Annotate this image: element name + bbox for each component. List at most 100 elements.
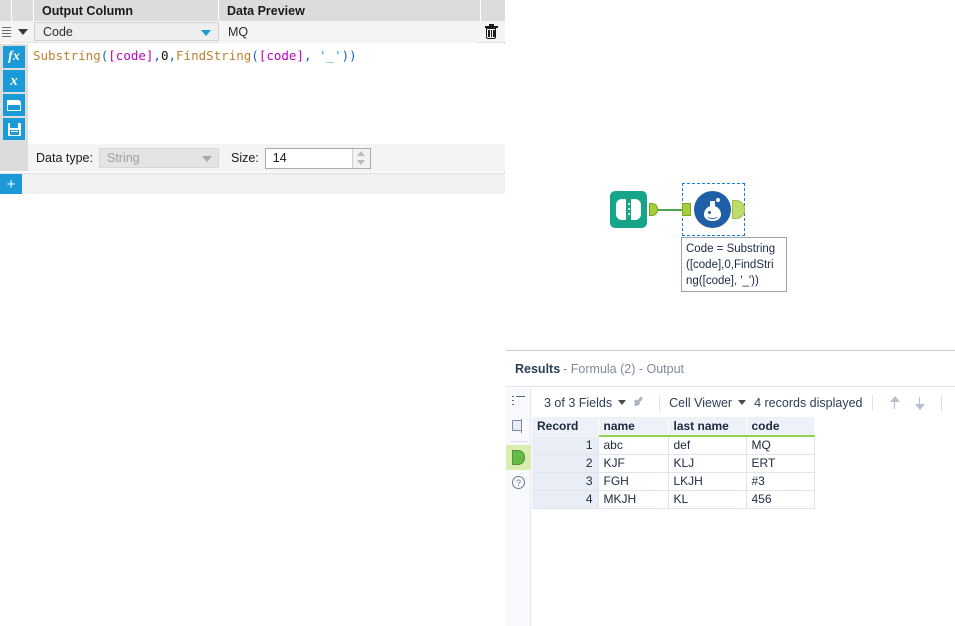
data-type-label: Data type: (36, 151, 93, 165)
formula-tool-input-anchor[interactable] (682, 203, 691, 216)
add-formula-button[interactable]: + (0, 173, 22, 195)
spinner-up-icon[interactable] (357, 150, 366, 156)
column-header-last-name[interactable]: last name (668, 417, 747, 437)
expand-collapse-button[interactable] (12, 21, 34, 43)
formula-expression[interactable]: Substring([code],0,FindString([code], '_… (28, 44, 505, 64)
input-data-tool[interactable] (610, 191, 647, 228)
cell-code[interactable]: ERT (746, 454, 815, 473)
add-formula-row: + (0, 173, 505, 195)
formula-tool[interactable] (694, 191, 731, 228)
variable-icon[interactable]: x (3, 70, 25, 92)
data-type-value: String (106, 151, 140, 165)
size-spinner-arrows[interactable] (351, 148, 370, 168)
results-title-bar: Results - Formula (2) - Output (506, 351, 955, 387)
chevron-down-icon[interactable] (618, 400, 627, 405)
results-sidebar: ? (506, 388, 531, 626)
cell-last-name[interactable]: def (668, 436, 747, 455)
column-header-record[interactable]: Record (532, 417, 599, 437)
toolbar-divider (659, 394, 661, 411)
help-icon: ? (512, 476, 525, 489)
column-header-code[interactable]: code (746, 417, 815, 437)
formula-token-paren: ( (251, 48, 259, 63)
scroll-up-icon[interactable] (888, 395, 901, 410)
output-column-value: Code (43, 24, 73, 39)
header-chevron-spacer (12, 0, 34, 21)
chevron-down-icon[interactable] (738, 400, 747, 405)
toolbar-divider (871, 394, 873, 411)
cell-name[interactable]: KJF (598, 454, 669, 473)
table-row[interactable]: 4 MKJH KL 456 (532, 490, 815, 509)
cell-record: 4 (532, 490, 599, 509)
connection-wire[interactable] (658, 209, 682, 211)
results-panel-button[interactable] (506, 413, 531, 438)
list-icon (512, 395, 525, 406)
formula-editor[interactable]: Substring([code],0,FindString([code], '_… (28, 44, 505, 144)
output-column-row: Code MQ (0, 20, 505, 43)
cell-code[interactable]: 456 (746, 490, 815, 509)
formula-tool-annotation: Code = Substring ([code],0,FindStri ng([… (681, 237, 787, 292)
table-row[interactable]: 3 FGH LKJH #3 (532, 472, 815, 491)
cell-record: 2 (532, 454, 599, 473)
formula-token-comma: , (153, 48, 161, 63)
results-table: Record name last name code 1 abc def MQ … (532, 417, 815, 509)
cell-code[interactable]: MQ (746, 436, 815, 455)
fields-count-label[interactable]: 3 of 3 Fields (544, 396, 612, 410)
trash-icon (484, 24, 498, 39)
header-output-column: Output Column (34, 0, 219, 21)
formula-token-field: [code] (108, 48, 154, 63)
delete-formula-button[interactable] (477, 21, 505, 43)
cell-name[interactable]: MKJH (598, 490, 669, 509)
toolbar-divider (940, 394, 942, 411)
cell-record: 1 (532, 436, 599, 455)
formula-editor-toolbar: fx x (0, 44, 28, 171)
results-toolbar: 3 of 3 Fields Cell Viewer 4 records disp… (532, 388, 955, 417)
workflow-canvas[interactable]: Code = Substring ([code],0,FindStri ng([… (506, 0, 955, 350)
formula-token-field: [code] (258, 48, 304, 63)
chevron-down-icon (18, 28, 28, 35)
data-preview-value: MQ (219, 20, 477, 43)
output-anchor-icon (512, 450, 525, 465)
formula-token-paren: )) (341, 48, 357, 63)
table-header-row: Record name last name code (532, 417, 815, 437)
save-icon[interactable] (3, 118, 25, 140)
cell-last-name[interactable]: LKJH (668, 472, 747, 491)
header-end-spacer (481, 0, 505, 21)
cell-code[interactable]: #3 (746, 472, 815, 491)
table-row[interactable]: 2 KJF KLJ ERT (532, 454, 815, 473)
config-empty-area (0, 194, 505, 626)
drag-grip-icon[interactable] (0, 20, 12, 43)
config-header-row: Output Column Data Preview (0, 0, 505, 21)
results-output-anchor-button[interactable] (506, 445, 531, 470)
fx-icon[interactable]: fx (3, 46, 25, 68)
formula-token-string: '_' (319, 48, 342, 63)
view-mode-label[interactable]: Cell Viewer (669, 396, 732, 410)
open-folder-icon[interactable] (3, 94, 25, 116)
results-help-button[interactable]: ? (506, 470, 531, 495)
annotation-line-2: ([code],0,FindStri (686, 259, 774, 271)
cell-name[interactable]: FGH (598, 472, 669, 491)
data-type-select[interactable]: String (98, 148, 219, 168)
column-header-name[interactable]: name (598, 417, 669, 437)
chevron-down-icon (201, 30, 211, 36)
book-icon (616, 199, 641, 220)
cell-name[interactable]: abc (598, 436, 669, 455)
formula-config-panel: Output Column Data Preview Code MQ fx x … (0, 0, 505, 626)
app-root: Output Column Data Preview Code MQ fx x … (0, 0, 955, 626)
results-table-container[interactable]: Record name last name code 1 abc def MQ … (532, 417, 955, 626)
formula-token-function: FindString (176, 48, 252, 63)
results-list-button[interactable] (506, 388, 531, 413)
cell-last-name[interactable]: KL (668, 490, 747, 509)
table-row[interactable]: 1 abc def MQ (532, 436, 815, 455)
cell-last-name[interactable]: KLJ (668, 454, 747, 473)
check-icon[interactable] (634, 397, 648, 408)
flask-icon (703, 198, 722, 221)
input-tool-output-anchor[interactable] (649, 203, 658, 216)
output-column-select[interactable]: Code (34, 22, 219, 41)
chevron-down-icon (201, 156, 212, 162)
spinner-down-icon[interactable] (357, 160, 366, 166)
formula-token-comma: , (303, 48, 320, 63)
size-stepper[interactable]: 14 (264, 147, 371, 169)
cell-record: 3 (532, 472, 599, 491)
scroll-down-icon[interactable] (913, 396, 926, 410)
size-label: Size: (230, 151, 259, 165)
